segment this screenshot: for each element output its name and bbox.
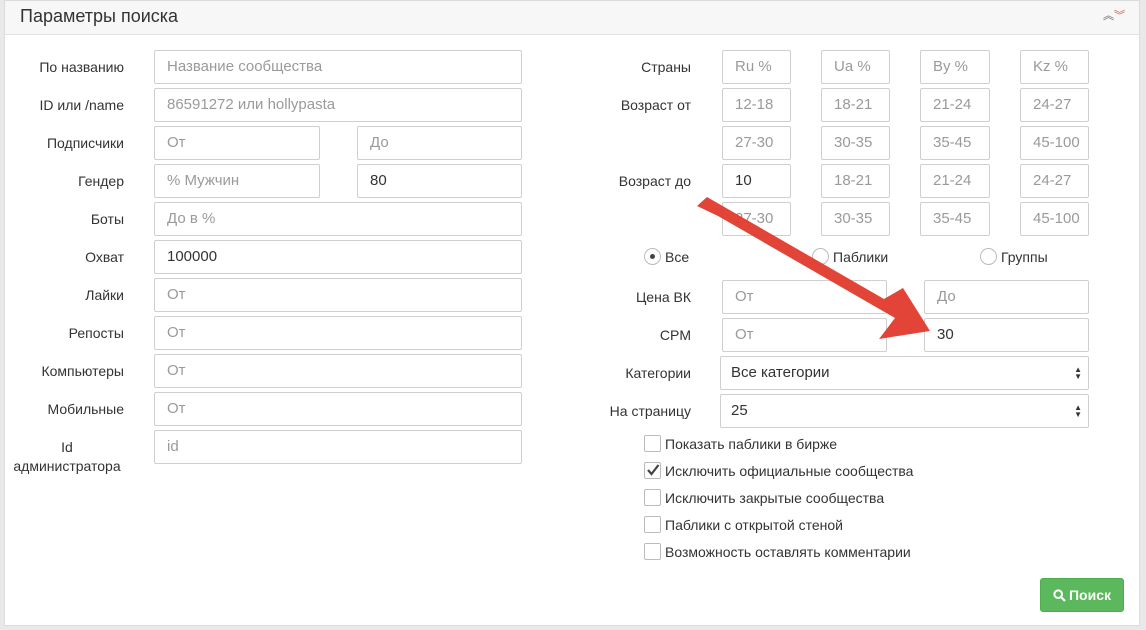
- subscribers-from-input[interactable]: От: [154, 126, 320, 160]
- mobile-input[interactable]: От: [154, 392, 522, 426]
- search-button[interactable]: Поиск: [1040, 578, 1124, 612]
- age-to-27-30[interactable]: 27-30: [722, 202, 791, 236]
- reposts-input[interactable]: От: [154, 316, 522, 350]
- label-computers: Компьютеры: [41, 363, 124, 379]
- cpm-from-input[interactable]: От: [722, 318, 887, 352]
- label-gender: Гендер: [78, 173, 124, 189]
- per-page-select-value: 25: [731, 402, 748, 419]
- price-to-input[interactable]: До: [924, 280, 1089, 314]
- age-from-30-35[interactable]: 30-35: [821, 126, 890, 160]
- radio-all-label: Все: [665, 249, 690, 265]
- checkbox-exclude-official[interactable]: [644, 462, 661, 479]
- panel-header: Параметры поиска ︽︾: [5, 1, 1139, 35]
- select-arrows-icon: ▲ ▼: [1074, 365, 1082, 381]
- age-to-35-45[interactable]: 35-45: [920, 202, 990, 236]
- reach-input[interactable]: 100000: [154, 240, 522, 274]
- label-reach: Охват: [85, 249, 124, 265]
- per-page-select[interactable]: 25 ▲ ▼: [720, 394, 1089, 428]
- radio-all[interactable]: [644, 248, 661, 265]
- checkbox-exclude-official-label: Исключить официальные сообщества: [665, 463, 914, 479]
- age-to-45-100[interactable]: 45-100: [1020, 202, 1089, 236]
- checkbox-open-wall[interactable]: [644, 516, 661, 533]
- label-per-page: На страницу: [609, 403, 691, 419]
- age-to-30-35[interactable]: 30-35: [821, 202, 890, 236]
- label-reposts: Репосты: [68, 325, 124, 341]
- age-to-21-24[interactable]: 21-24: [920, 164, 990, 198]
- label-price-vk: Цена ВК: [635, 289, 691, 305]
- checkbox-open-wall-label: Паблики с открытой стеной: [665, 517, 843, 533]
- checkbox-exclude-closed[interactable]: [644, 489, 661, 506]
- label-id: ID или /name: [39, 97, 125, 113]
- radio-publics-label: Паблики: [833, 249, 889, 265]
- checkmark-icon: [647, 464, 660, 476]
- label-name: По названию: [39, 59, 124, 75]
- checkbox-show-exchange-label: Показать паблики в бирже: [665, 436, 838, 452]
- checkbox-comments[interactable]: [644, 543, 661, 560]
- radio-groups-label: Группы: [1001, 249, 1048, 265]
- age-from-27-30[interactable]: 27-30: [722, 126, 791, 160]
- label-cpm: CPM: [659, 327, 691, 343]
- cpm-to-input[interactable]: 30: [924, 318, 1089, 352]
- computers-input[interactable]: От: [154, 354, 522, 388]
- label-countries: Страны: [641, 59, 691, 75]
- age-from-21-24[interactable]: 21-24: [920, 88, 990, 122]
- country-ru-input[interactable]: Ru %: [722, 50, 791, 84]
- likes-input[interactable]: От: [154, 278, 522, 312]
- price-from-input[interactable]: От: [722, 280, 887, 314]
- age-from-18-21[interactable]: 18-21: [821, 88, 890, 122]
- gender-input[interactable]: % Мужчин: [154, 164, 320, 198]
- gender-value-input[interactable]: 80: [357, 164, 522, 198]
- checkbox-show-exchange[interactable]: [644, 435, 661, 452]
- name-input[interactable]: Название сообщества: [154, 50, 522, 84]
- radio-groups[interactable]: [980, 248, 997, 265]
- country-kz-input[interactable]: Kz %: [1020, 50, 1089, 84]
- panel-title: Параметры поиска: [20, 6, 179, 26]
- collapse-toggle[interactable]: ︽︾: [1103, 10, 1125, 22]
- age-from-24-27[interactable]: 24-27: [1020, 88, 1089, 122]
- chevron-up-icon[interactable]: ︽: [1103, 10, 1114, 22]
- checkbox-comments-label: Возможность оставлять комментарии: [665, 544, 911, 560]
- label-categories: Категории: [625, 365, 691, 381]
- label-age-from: Возраст от: [620, 97, 691, 113]
- checkbox-exclude-closed-label: Исключить закрытые сообщества: [665, 490, 885, 506]
- label-age-to: Возраст до: [618, 173, 691, 189]
- admin-id-input[interactable]: id: [154, 430, 522, 464]
- label-bots: Боты: [90, 211, 124, 227]
- age-to-24-27[interactable]: 24-27: [1020, 164, 1089, 198]
- label-subscribers: Подписчики: [46, 135, 124, 151]
- search-button-label: Поиск: [1068, 587, 1111, 603]
- age-to-18-21[interactable]: 18-21: [821, 164, 890, 198]
- categories-select-value: Все категории: [731, 364, 830, 381]
- radio-publics[interactable]: [812, 248, 829, 265]
- bots-input[interactable]: До в %: [154, 202, 522, 236]
- age-from-35-45[interactable]: 35-45: [920, 126, 990, 160]
- label-admin-id-line1: Id: [61, 439, 73, 455]
- label-admin-id-line2: администратора: [13, 458, 121, 474]
- label-admin-id: Id администратора: [10, 438, 124, 476]
- subscribers-to-input[interactable]: До: [357, 126, 522, 160]
- age-from-45-100[interactable]: 45-100: [1020, 126, 1089, 160]
- country-by-input[interactable]: By %: [920, 50, 990, 84]
- search-icon: [1053, 589, 1066, 602]
- label-likes: Лайки: [85, 287, 124, 303]
- label-mobile: Мобильные: [47, 401, 125, 417]
- age-to-value-input[interactable]: 10: [722, 164, 791, 198]
- id-input[interactable]: 86591272 или hollypasta: [154, 88, 522, 122]
- chevron-down-icon[interactable]: ︾: [1114, 10, 1125, 22]
- age-from-12-18[interactable]: 12-18: [722, 88, 791, 122]
- country-ua-input[interactable]: Ua %: [821, 50, 890, 84]
- select-arrows-icon: ▲ ▼: [1074, 403, 1082, 419]
- categories-select[interactable]: Все категории ▲ ▼: [720, 356, 1089, 390]
